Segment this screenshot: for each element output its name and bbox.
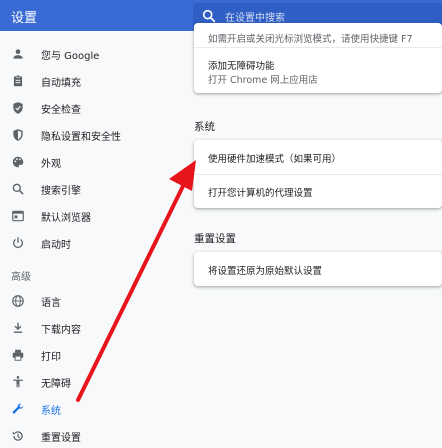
sidebar-item-label: 下载内容 xyxy=(41,325,81,336)
sidebar-item-system[interactable]: 系统 xyxy=(0,396,180,422)
sidebar-item-default-browser[interactable]: 默认浏览器 xyxy=(0,203,180,229)
system-section-title: 系统 xyxy=(194,121,215,133)
sidebar-item-printing[interactable]: 打印 xyxy=(0,342,180,368)
globe-icon xyxy=(12,295,24,307)
sidebar-item-label: 语言 xyxy=(41,298,61,309)
sidebar-item-label: 您与 Google xyxy=(41,51,100,62)
search-icon xyxy=(12,183,24,195)
sidebar-item-safety-check[interactable]: 安全检查 xyxy=(0,95,180,121)
accessibility-icon xyxy=(13,376,23,388)
sidebar-item-you-and-google[interactable]: 您与 Google xyxy=(0,41,180,67)
sidebar-item-label: 搜索引擎 xyxy=(41,186,81,197)
sidebar-item-search-engine[interactable]: 搜索引擎 xyxy=(0,176,180,202)
sidebar-item-privacy[interactable]: 隐私设置和安全性 xyxy=(0,122,180,148)
history-icon xyxy=(12,431,23,441)
sidebar-item-appearance[interactable]: 外观 xyxy=(0,149,180,175)
printer-icon xyxy=(12,349,24,361)
shield-lock-icon xyxy=(13,129,23,141)
proxy-settings-row[interactable]: 打开您计算机的代理设置 xyxy=(194,175,442,208)
sidebar-item-label: 无障碍 xyxy=(41,379,71,390)
sidebar-item-label: 安全检查 xyxy=(41,105,81,116)
power-icon xyxy=(13,237,23,248)
restore-defaults-row[interactable]: 将设置还原为原始默认设置 xyxy=(194,252,442,286)
sidebar-item-label: 重置设置 xyxy=(41,433,81,444)
proxy-settings-label: 打开您计算机的代理设置 xyxy=(208,188,313,199)
hardware-acceleration-label: 使用硬件加速模式（如果可用） xyxy=(208,154,342,165)
sidebar-item-label: 隐私设置和安全性 xyxy=(41,132,121,143)
sidebar-item-label: 打印 xyxy=(41,352,61,363)
sidebar-item-label: 自动填充 xyxy=(41,78,81,89)
shield-check-icon xyxy=(13,102,23,114)
sidebar-item-accessibility[interactable]: 无障碍 xyxy=(0,369,180,395)
add-features-title: 添加无障碍功能 xyxy=(208,61,275,72)
advanced-section-label[interactable]: 高级 xyxy=(11,268,31,283)
search-placeholder: 在设置中搜索 xyxy=(225,13,285,24)
reset-card: 将设置还原为原始默认设置 xyxy=(194,252,442,286)
settings-main: 如需开启或关闭光标浏览模式，请使用快捷键 F7 添加无障碍功能 打开 Chrom… xyxy=(180,23,442,448)
accessibility-card: 如需开启或关闭光标浏览模式，请使用快捷键 F7 添加无障碍功能 打开 Chrom… xyxy=(194,23,442,93)
sidebar-item-label: 启动时 xyxy=(41,240,71,251)
sidebar-item-languages[interactable]: 语言 xyxy=(0,288,180,314)
hardware-acceleration-row[interactable]: 使用硬件加速模式（如果可用） xyxy=(194,140,442,174)
browser-window-icon xyxy=(12,210,24,222)
sidebar-item-reset[interactable]: 重置设置 xyxy=(0,423,180,448)
clipboard-icon xyxy=(13,74,23,87)
page-title: 设置 xyxy=(11,11,38,26)
wrench-icon xyxy=(12,403,24,414)
palette-icon xyxy=(12,156,24,168)
caret-browsing-hint: 如需开启或关闭光标浏览模式，请使用快捷键 F7 xyxy=(208,34,413,45)
sidebar-item-on-startup[interactable]: 启动时 xyxy=(0,230,180,256)
search-icon xyxy=(202,9,216,23)
system-card: 使用硬件加速模式（如果可用） 打开您计算机的代理设置 xyxy=(194,140,442,208)
sidebar: 您与 Google 自动填充 安全检查 隐私设置和安全性 外观 搜索引擎 默认浏… xyxy=(0,31,180,448)
add-features-subtitle: 打开 Chrome 网上应用店 xyxy=(208,75,318,86)
reset-section-title: 重置设置 xyxy=(194,233,236,245)
sidebar-item-label: 外观 xyxy=(41,159,61,170)
person-icon xyxy=(13,49,23,59)
add-accessibility-features-row[interactable]: 添加无障碍功能 打开 Chrome 网上应用店 xyxy=(194,48,442,93)
sidebar-item-downloads[interactable]: 下载内容 xyxy=(0,315,180,341)
download-icon xyxy=(13,322,23,333)
sidebar-item-label: 默认浏览器 xyxy=(41,213,91,224)
sidebar-item-autofill[interactable]: 自动填充 xyxy=(0,68,180,94)
sidebar-item-label: 系统 xyxy=(41,406,61,417)
restore-defaults-label: 将设置还原为原始默认设置 xyxy=(208,266,323,277)
